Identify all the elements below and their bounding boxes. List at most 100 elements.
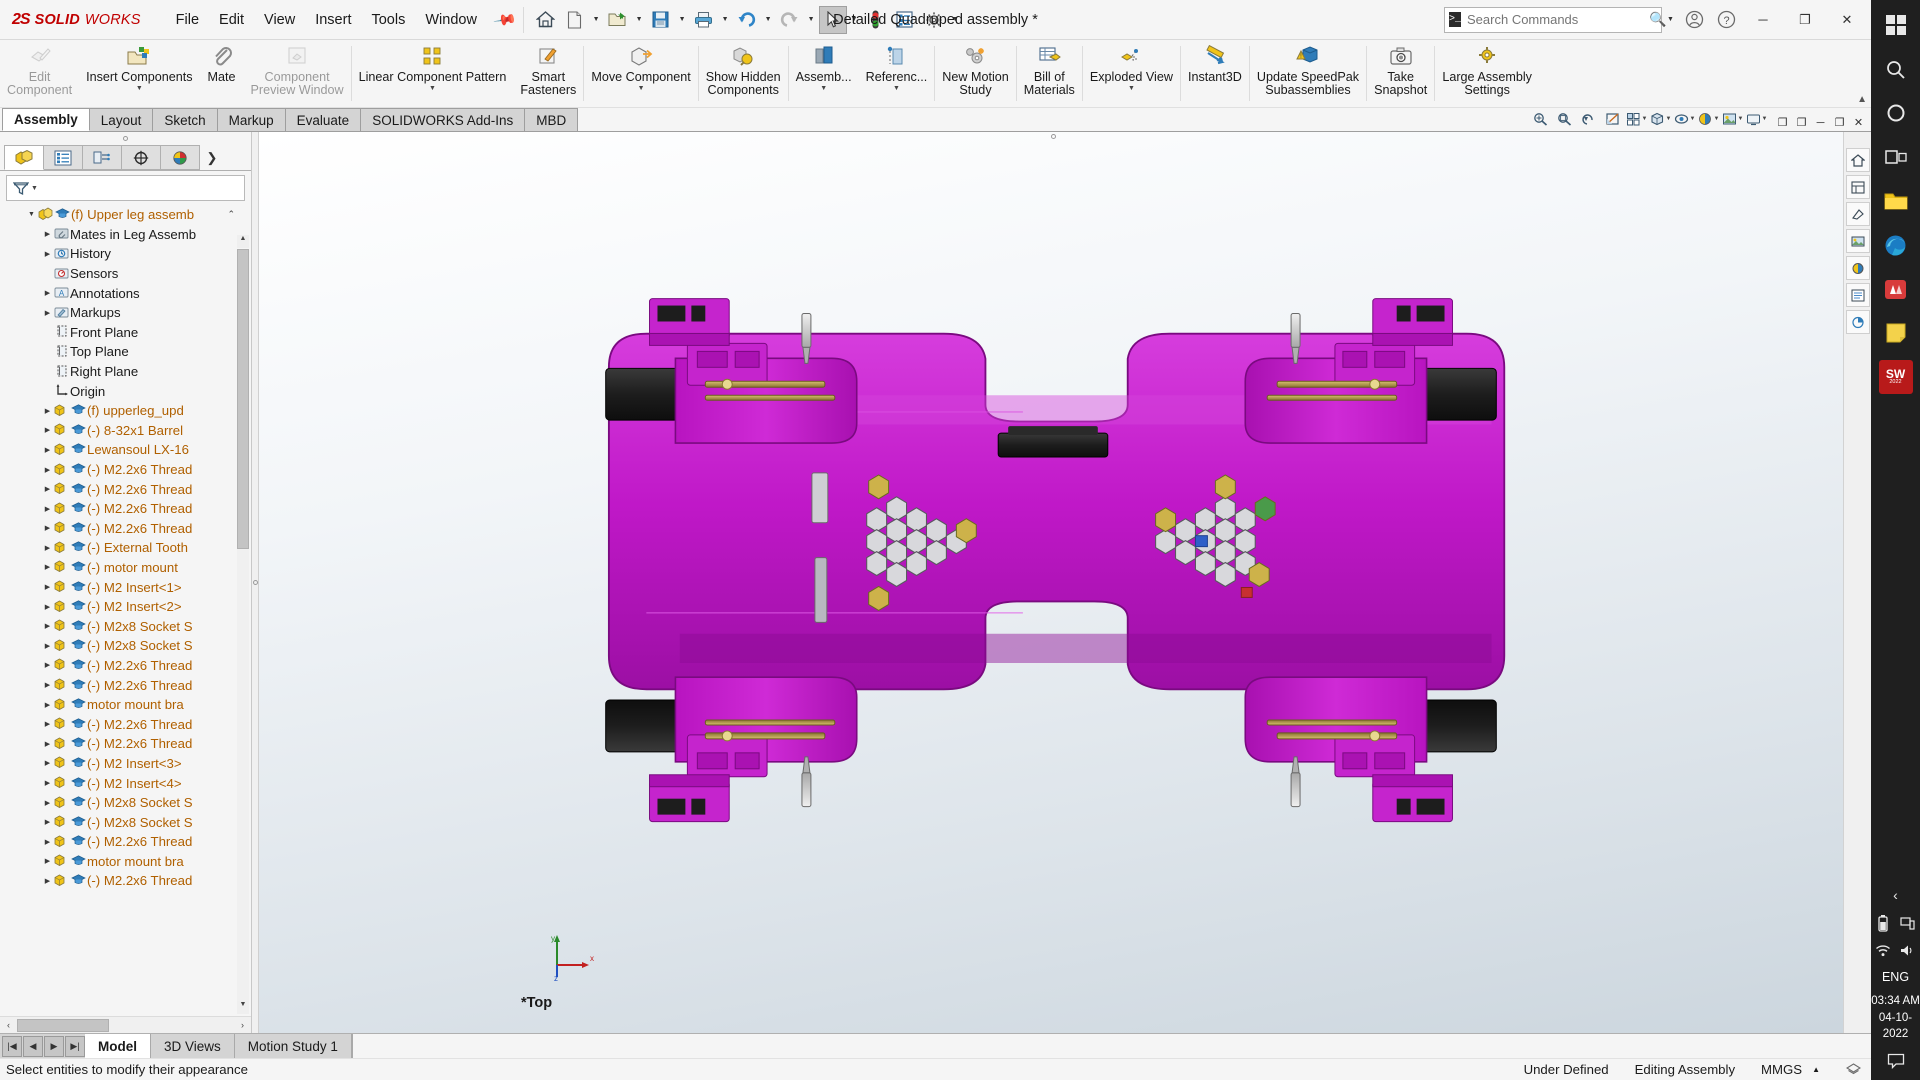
view-orientation-icon[interactable]: ▼	[1625, 108, 1648, 129]
file-explorer-icon[interactable]	[1875, 180, 1917, 222]
ribbon-bill-of-materials[interactable]: Bill of Materials	[1017, 40, 1082, 107]
edit-appearance-dropdown-icon[interactable]: ▼	[1714, 116, 1720, 122]
restore-button[interactable]: ❐	[1785, 1, 1825, 39]
tree-expand-right-icon[interactable]: ▶	[42, 877, 53, 885]
tree-item[interactable]: ▶(-) M2 Insert<4>	[0, 773, 251, 793]
menu-view[interactable]: View	[255, 8, 304, 32]
save-icon[interactable]	[647, 6, 675, 34]
hscroll-thumb[interactable]	[17, 1019, 109, 1032]
taskbar-clock[interactable]: 03:34 AM 04-10-2022	[1871, 990, 1920, 1046]
solidworks-app-icon[interactable]: SW 2022	[1875, 356, 1917, 398]
tree-expand-right-icon[interactable]: ▶	[42, 759, 53, 767]
tree-item[interactable]: ▶(-) motor mount	[0, 558, 251, 578]
zoom-to-area-icon[interactable]	[1553, 108, 1576, 129]
more-tabs-chevron-right-icon[interactable]: ❯	[199, 145, 225, 170]
dimxpert-manager-tab[interactable]	[121, 145, 161, 170]
tree-item[interactable]: ▶(-) M2x8 Socket S	[0, 812, 251, 832]
home-icon[interactable]	[532, 6, 560, 34]
tree-item[interactable]: ▼(f) Upper leg assemb⌃	[0, 205, 251, 225]
ribbon-update-speedpak[interactable]: ! Update SpeedPak Subassemblies	[1250, 40, 1366, 107]
hscroll-track[interactable]	[17, 1019, 234, 1032]
tab-markup[interactable]: Markup	[217, 108, 286, 131]
tree-expand-right-icon[interactable]: ▶	[42, 289, 53, 297]
apply-scene-dropdown-icon[interactable]: ▼	[1738, 116, 1744, 122]
close-button[interactable]: ✕	[1827, 1, 1867, 39]
tree-item[interactable]: ▶(-) M2.2x6 Thread	[0, 714, 251, 734]
tree-expand-right-icon[interactable]: ▶	[42, 603, 53, 611]
tree-expand-right-icon[interactable]: ▶	[42, 622, 53, 630]
tree-expand-right-icon[interactable]: ▶	[42, 485, 53, 493]
tree-item[interactable]: ▶(-) M2.2x6 Thread	[0, 460, 251, 480]
redo-icon[interactable]	[776, 6, 804, 34]
bottom-tab-3d-views[interactable]: 3D Views	[151, 1034, 235, 1058]
tab-layout[interactable]: Layout	[89, 108, 154, 131]
nav-first-icon[interactable]: |◀	[2, 1036, 22, 1057]
ribbon-take-snapshot[interactable]: Take Snapshot	[1367, 40, 1434, 107]
tree-expand-right-icon[interactable]: ▶	[42, 466, 53, 474]
tree-expand-right-icon[interactable]: ▶	[42, 544, 53, 552]
tree-expand-right-icon[interactable]: ▶	[42, 857, 53, 865]
tree-expand-right-icon[interactable]: ▶	[42, 642, 53, 650]
units-dropdown-icon[interactable]: ▲	[1812, 1065, 1820, 1074]
tree-expand-down-icon[interactable]: ▼	[26, 211, 37, 218]
move-component-dropdown-icon[interactable]: ▼	[638, 85, 645, 92]
tree-item[interactable]: ▶(-) M2 Insert<1>	[0, 577, 251, 597]
tab-solidworks-addins[interactable]: SOLIDWORKS Add-Ins	[360, 108, 525, 131]
tree-item[interactable]: ▶(-) External Tooth	[0, 538, 251, 558]
tree-expand-right-icon[interactable]: ▶	[42, 720, 53, 728]
tree-expand-right-icon[interactable]: ▶	[42, 524, 53, 532]
nav-last-icon[interactable]: ▶|	[65, 1036, 85, 1057]
select-arrow-icon[interactable]	[819, 6, 847, 34]
pin-icon[interactable]: 📌	[492, 7, 518, 32]
tree-expand-right-icon[interactable]: ▶	[42, 838, 53, 846]
edit-appearance-icon[interactable]: ▼	[1697, 108, 1720, 129]
tree-collapse-icon[interactable]: ⌃	[227, 209, 251, 220]
decals-icon[interactable]	[1846, 256, 1870, 280]
assembly-features-dropdown-icon[interactable]: ▼	[820, 85, 827, 92]
property-manager-tab[interactable]	[43, 145, 83, 170]
tree-expand-right-icon[interactable]: ▶	[42, 230, 53, 238]
undo-dropdown-icon[interactable]: ▼	[762, 16, 775, 23]
bottom-tab-motion-study[interactable]: Motion Study 1	[235, 1034, 352, 1058]
sticky-notes-icon[interactable]	[1875, 312, 1917, 354]
print-icon[interactable]	[690, 6, 718, 34]
undo-icon[interactable]	[733, 6, 761, 34]
start-windows-icon[interactable]	[1875, 4, 1917, 46]
redo-dropdown-icon[interactable]: ▼	[805, 16, 818, 23]
doc-pin-right-icon[interactable]: ❐	[1793, 116, 1810, 129]
tree-expand-right-icon[interactable]: ▶	[42, 426, 53, 434]
tab-evaluate[interactable]: Evaluate	[285, 108, 362, 131]
ribbon-show-hidden-components[interactable]: Show Hidden Components	[699, 40, 788, 107]
tree-item[interactable]: ▶AAnnotations	[0, 283, 251, 303]
tree-expand-right-icon[interactable]: ▶	[42, 583, 53, 591]
nav-prev-icon[interactable]: ◀	[23, 1036, 43, 1057]
feature-tree[interactable]: ▼(f) Upper leg assemb⌃▶Mates in Leg Asse…	[0, 203, 251, 1016]
battery-icon[interactable]	[1873, 910, 1895, 936]
doc-pin-left-icon[interactable]: ❐	[1774, 116, 1791, 129]
menu-edit[interactable]: Edit	[210, 8, 253, 32]
bottom-tab-model[interactable]: Model	[85, 1034, 151, 1058]
rebuild-traffic-light-icon[interactable]	[862, 6, 890, 34]
menu-window[interactable]: Window	[416, 8, 486, 32]
tree-item[interactable]: ▶(-) 8-32x1 Barrel	[0, 421, 251, 441]
tree-item[interactable]: ▶Markups	[0, 303, 251, 323]
ribbon-collapse-icon[interactable]: ▲	[1857, 94, 1867, 105]
help-question-icon[interactable]: ?	[1711, 5, 1741, 35]
minimize-button[interactable]: ─	[1743, 1, 1783, 39]
tree-expand-right-icon[interactable]: ▶	[42, 799, 53, 807]
feature-manager-tree-tab[interactable]	[4, 145, 44, 170]
view-settings-dropdown-icon[interactable]: ▼	[1762, 116, 1768, 122]
tree-expand-right-icon[interactable]: ▶	[42, 661, 53, 669]
doc-close-button[interactable]: ✕	[1850, 116, 1867, 129]
previous-view-icon[interactable]	[1577, 108, 1600, 129]
ribbon-exploded-view[interactable]: Exploded View ▼	[1083, 40, 1180, 107]
tree-item[interactable]: ▶(-) M2.2x6 Thread	[0, 675, 251, 695]
appearances-icon[interactable]	[1846, 202, 1870, 226]
tree-item[interactable]: ▶Lewansoul LX-16	[0, 440, 251, 460]
tree-item[interactable]: ▶motor mount bra	[0, 695, 251, 715]
ribbon-reference-geometry[interactable]: Referenc... ▼	[859, 40, 935, 107]
doc-restore-button[interactable]: ❐	[1831, 116, 1848, 129]
tree-item[interactable]: ▶(-) M2.2x6 Thread	[0, 499, 251, 519]
ribbon-large-assembly-settings[interactable]: Large Assembly Settings	[1435, 40, 1539, 107]
ribbon-smart-fasteners[interactable]: Smart Fasteners	[513, 40, 583, 107]
